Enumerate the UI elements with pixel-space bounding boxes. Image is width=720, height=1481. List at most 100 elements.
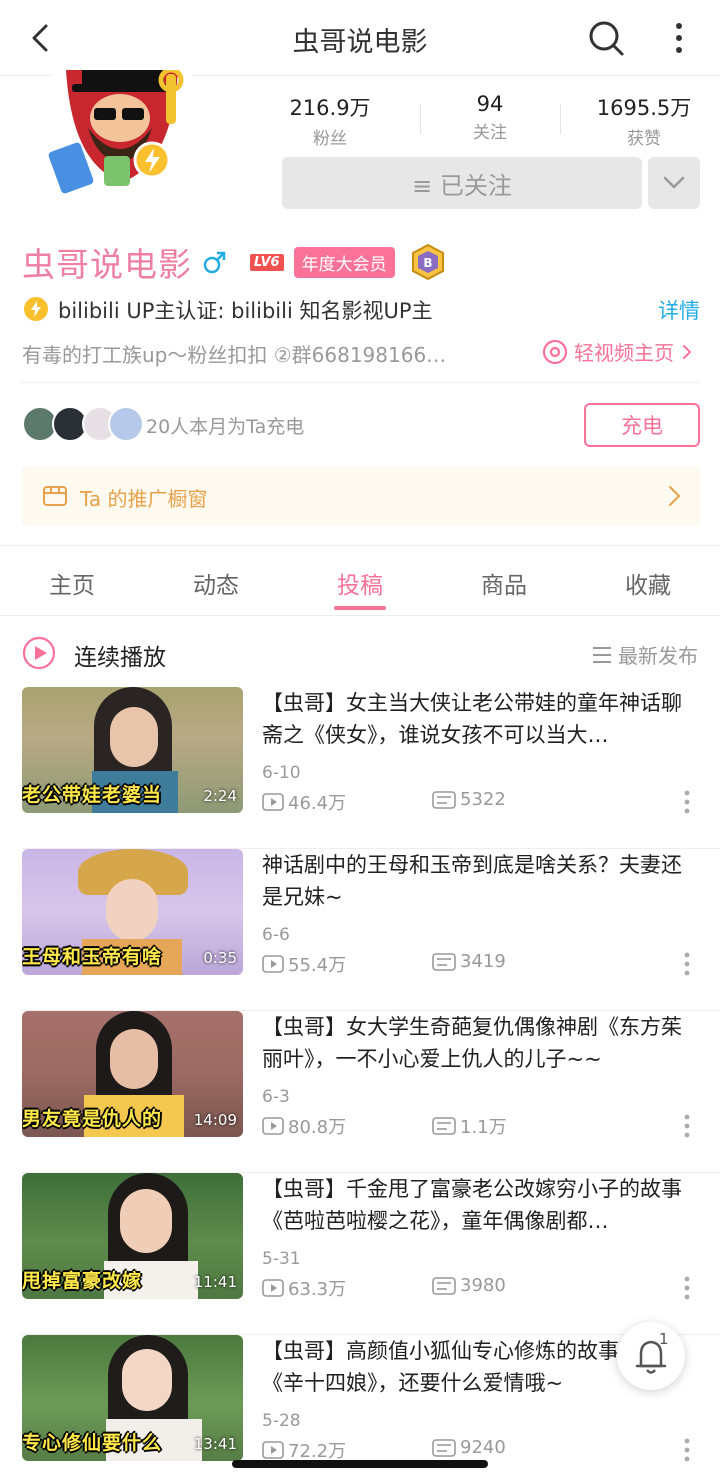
- notification-button[interactable]: 1: [617, 1322, 685, 1390]
- danmaku-icon: [432, 1117, 456, 1135]
- charge-button[interactable]: 充电: [584, 403, 700, 447]
- play-count: 80.8万: [262, 1113, 346, 1139]
- tab-home[interactable]: 主页: [0, 566, 144, 600]
- avatar: [108, 406, 144, 442]
- play-count-value: 63.3万: [288, 1279, 347, 1300]
- danmaku-count-value: 9240: [460, 1437, 506, 1458]
- video-item[interactable]: 老公带娃老婆当 2:24 【虫哥】女主当大侠让老公带娃的童年神话聊斋之《侠女》，…: [0, 687, 720, 849]
- shop-icon: [43, 486, 67, 506]
- light-video-link[interactable]: 轻视频主页: [542, 337, 700, 366]
- continuous-play-label[interactable]: 连续播放: [74, 638, 166, 672]
- video-item[interactable]: 王母和玉帝有啥 0:35 神话剧中的王母和玉帝到底是啥关系？夫妻还是兄妹~ 6-…: [0, 849, 720, 1011]
- video-date: 5-28: [262, 1411, 301, 1431]
- video-thumbnail[interactable]: 专心修仙要什么 13:41: [22, 1335, 243, 1461]
- play-count: 46.4万: [262, 789, 346, 815]
- video-date: 6-3: [262, 1087, 290, 1107]
- danmaku-count: 3980: [432, 1275, 506, 1296]
- video-duration: 11:41: [193, 1273, 237, 1291]
- play-count-icon: [262, 955, 284, 973]
- vip-badge[interactable]: 年度大会员: [293, 246, 395, 278]
- more-vertical-icon[interactable]: [682, 1113, 692, 1139]
- divider: [22, 382, 698, 383]
- more-vertical-icon[interactable]: [682, 1437, 692, 1463]
- tab-favorites[interactable]: 收藏: [576, 566, 720, 600]
- danmaku-count-value: 3419: [460, 951, 506, 972]
- video-thumbnail[interactable]: 老公带娃老婆当 2:24: [22, 687, 243, 813]
- danmaku-count-value: 5322: [460, 789, 506, 810]
- play-count-icon: [262, 1279, 284, 1297]
- video-item[interactable]: 男友竟是仇人的 14:09 【虫哥】女大学生奇葩复仇偶像神剧《东方茱丽叶》，一不…: [0, 1011, 720, 1173]
- avatar[interactable]: [42, 70, 202, 200]
- video-title[interactable]: 【虫哥】女大学生奇葩复仇偶像神剧《东方茱丽叶》，一不小心爱上仇人的儿子~~: [262, 1011, 702, 1075]
- danmaku-count-value: 1.1万: [460, 1117, 507, 1138]
- chevron-right-icon: [683, 344, 692, 359]
- play-count: 55.4万: [262, 951, 346, 977]
- certification-text: bilibili UP主认证: bilibili 知名影视UP主: [58, 299, 433, 323]
- sort-button[interactable]: 最新发布: [592, 640, 698, 669]
- video-stats: 46.4万 5322: [262, 789, 702, 815]
- more-vertical-icon[interactable]: [664, 18, 694, 58]
- video-title[interactable]: 【虫哥】千金甩了富豪老公改嫁穷小子的故事《芭啦芭啦樱之花》，童年偶像剧都…: [262, 1173, 702, 1237]
- stat-value: 216.9万: [289, 96, 371, 120]
- video-title[interactable]: 【虫哥】女主当大侠让老公带娃的童年神话聊斋之《侠女》，谁说女孩不可以当大…: [262, 687, 702, 751]
- danmaku-count-value: 3980: [460, 1275, 506, 1296]
- danmaku-icon: [432, 1438, 456, 1457]
- tab-uploads[interactable]: 投稿: [288, 566, 432, 600]
- search-icon[interactable]: [586, 18, 626, 58]
- more-vertical-icon[interactable]: [682, 951, 692, 977]
- light-video-label: 轻视频主页: [574, 341, 674, 365]
- stat-value: 1695.5万: [596, 96, 692, 120]
- stat-following[interactable]: 94 关注: [420, 92, 560, 143]
- play-count-value: 46.4万: [288, 793, 347, 814]
- play-count-value: 80.8万: [288, 1117, 347, 1138]
- video-duration: 2:24: [203, 787, 237, 805]
- video-item[interactable]: 甩掉富豪改嫁 11:41 【虫哥】千金甩了富豪老公改嫁穷小子的故事《芭啦芭啦樱之…: [0, 1173, 720, 1335]
- video-thumbnail[interactable]: 王母和玉帝有啥 0:35: [22, 849, 243, 975]
- thumbnail-caption: 老公带娃老婆当: [22, 784, 163, 806]
- list-header: 连续播放 最新发布: [22, 633, 698, 673]
- play-count-value: 55.4万: [288, 955, 347, 976]
- home-indicator: [232, 1460, 488, 1468]
- divider: [560, 104, 561, 134]
- video-date: 5-31: [262, 1249, 301, 1269]
- charge-text: 20人本月为Ta充电: [146, 416, 305, 438]
- male-icon: [203, 251, 226, 274]
- notification-count: 1: [659, 1330, 669, 1348]
- more-vertical-icon[interactable]: [682, 1275, 692, 1301]
- play-circle-icon[interactable]: [22, 636, 56, 670]
- thumbnail-caption: 专心修仙要什么: [22, 1432, 163, 1454]
- profile-stats: 216.9万 粉丝 94 关注 1695.5万 获赞: [270, 92, 710, 152]
- level-badge: LV6: [250, 253, 284, 271]
- play-count: 63.3万: [262, 1275, 346, 1301]
- followed-button[interactable]: ≡ 已关注: [282, 157, 642, 209]
- more-vertical-icon[interactable]: [682, 789, 692, 815]
- charge-avatars[interactable]: [22, 406, 152, 442]
- video-title[interactable]: 神话剧中的王母和玉帝到底是啥关系？夫妻还是兄妹~: [262, 849, 702, 913]
- username: 虫哥说电影: [22, 245, 192, 284]
- medal-icon[interactable]: B: [409, 243, 447, 281]
- promo-shop-bar[interactable]: Ta 的推广橱窗: [22, 466, 700, 526]
- stat-likes: 1695.5万 获赞: [574, 92, 714, 149]
- shop-label: Ta 的推广橱窗: [80, 487, 208, 511]
- play-count-icon: [262, 1441, 284, 1459]
- video-date: 6-10: [262, 763, 301, 783]
- danmaku-count: 1.1万: [432, 1113, 507, 1139]
- follow-dropdown-button[interactable]: [648, 157, 700, 209]
- video-thumbnail[interactable]: 男友竟是仇人的 14:09: [22, 1011, 243, 1137]
- video-duration: 13:41: [193, 1435, 237, 1453]
- danmaku-count: 9240: [432, 1437, 506, 1458]
- chevron-right-icon: [669, 486, 681, 506]
- tab-dynamic[interactable]: 动态: [144, 566, 288, 600]
- tab-goods[interactable]: 商品: [432, 566, 576, 600]
- stat-value: 94: [476, 92, 504, 116]
- nav-bar: 虫哥说电影: [0, 0, 720, 76]
- play-count-icon: [262, 793, 284, 811]
- user-signature: 有毒的打工族up～粉丝扣扣 ②群668198166…: [22, 343, 447, 367]
- stat-fans[interactable]: 216.9万 粉丝: [260, 92, 400, 149]
- thumbnail-caption: 王母和玉帝有啥: [22, 946, 163, 968]
- danmaku-icon: [432, 1276, 456, 1295]
- video-duration: 14:09: [193, 1111, 237, 1129]
- video-thumbnail[interactable]: 甩掉富豪改嫁 11:41: [22, 1173, 243, 1299]
- detail-link[interactable]: 详情: [658, 295, 700, 325]
- svg-text:B: B: [423, 256, 432, 270]
